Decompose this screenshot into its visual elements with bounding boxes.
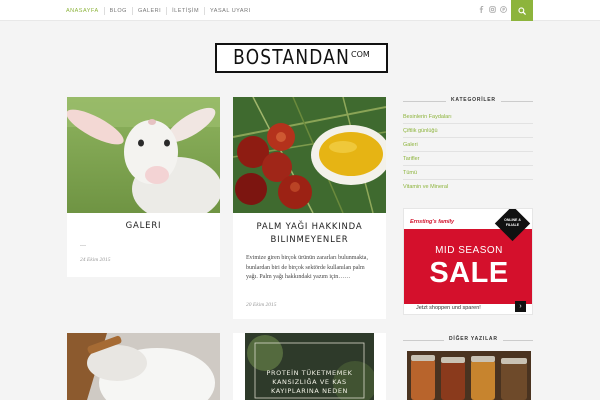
category-link[interactable]: Tümü [403, 170, 417, 176]
protein-image[interactable]: PROTEİN TÜKETMEMEK KANSIZLIĞA VE KAS KAY… [245, 333, 374, 400]
ad-badge-text: ONLINE & FILIALE [504, 218, 521, 227]
category-divider [403, 179, 533, 180]
logo-text: BOSTANDAN [233, 46, 351, 70]
category-link[interactable]: Vitamin ve Mineral [403, 184, 448, 190]
main-menu: ANASAYFA BLOG GALERI İLETİŞİM YASAL UYAR… [61, 0, 256, 21]
categories-widget-title: KATEGORİLER [446, 97, 501, 103]
top-navigation-bar: ANASAYFA BLOG GALERI İLETİŞİM YASAL UYAR… [0, 0, 600, 21]
post-title[interactable]: Galeri [67, 220, 220, 233]
category-divider [403, 165, 533, 166]
search-icon [518, 6, 526, 15]
post-title[interactable]: Palm Yağı Hakkında Bilinmeyenler [243, 221, 376, 247]
nav-item-iletisim[interactable]: İLETİŞİM [167, 8, 204, 14]
post-excerpt: Evimize giren birçok ürünün zararları bu… [246, 255, 368, 280]
ad-headline: MID SEASON [435, 245, 503, 256]
sugar-spoon-image[interactable] [67, 333, 220, 400]
post-date: 20 Ekim 2015 [246, 302, 277, 308]
category-link[interactable]: Çiftlik günlüğü [403, 128, 438, 134]
post-card[interactable]: PROTEİN TÜKETMEMEK KANSIZLIĞA VE KAS KAY… [233, 333, 386, 400]
ad-cta-text[interactable]: Jetzt shoppen und sparen! [416, 305, 481, 311]
site-logo[interactable]: BOSTANDAN COM [215, 43, 388, 73]
category-divider [403, 123, 533, 124]
category-divider [403, 151, 533, 152]
facebook-icon[interactable] [478, 6, 485, 13]
post-card[interactable] [67, 333, 220, 400]
search-button[interactable] [511, 0, 533, 21]
pinterest-icon[interactable] [500, 6, 507, 13]
nav-item-blog[interactable]: BLOG [105, 8, 132, 14]
nav-item-yasal-uyari[interactable]: YASAL UYARI [205, 8, 256, 14]
image-caption: PROTEİN TÜKETMEMEK KANSIZLIĞA VE KAS KAY… [266, 369, 353, 395]
advertisement-banner[interactable]: Ernsting's family ONLINE & FILIALE MID S… [403, 208, 533, 315]
nav-item-galeri[interactable]: GALERI [133, 8, 166, 14]
ad-arrow-button[interactable]: › [515, 301, 526, 312]
ad-sale-text: SALE [429, 257, 509, 289]
other-post-thumbnail[interactable] [407, 351, 531, 400]
logo-suffix: COM [351, 50, 370, 59]
lamb-image[interactable] [67, 97, 220, 213]
other-posts-widget-title: DİĞER YAZILAR [444, 336, 503, 342]
category-link[interactable]: Besinlerin Faydaları [403, 114, 452, 120]
post-card-galeri[interactable]: Galeri … 24 Ekim 2015 [67, 97, 220, 277]
social-links [478, 6, 507, 13]
post-date: 24 Ekim 2015 [80, 257, 111, 263]
category-divider [403, 137, 533, 138]
post-excerpt: … [80, 242, 86, 248]
palm-oil-image[interactable] [233, 97, 386, 213]
instagram-icon[interactable] [489, 6, 496, 13]
category-link[interactable]: Galeri [403, 142, 418, 148]
nav-item-anasayfa[interactable]: ANASAYFA [61, 8, 104, 14]
category-link[interactable]: Tarifler [403, 156, 420, 162]
post-card-palm-yagi[interactable]: Palm Yağı Hakkında Bilinmeyenler Evimize… [233, 97, 386, 319]
ad-brand-logo: Ernsting's family [410, 219, 455, 225]
